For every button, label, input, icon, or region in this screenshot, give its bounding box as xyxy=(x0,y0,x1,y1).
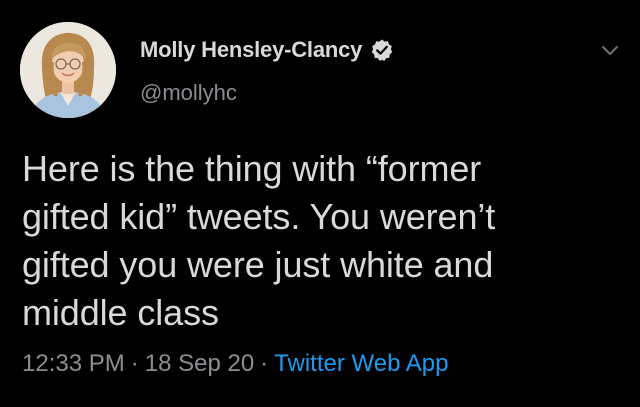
verified-badge-icon xyxy=(370,38,394,62)
tweet-date[interactable]: 18 Sep 20 xyxy=(145,350,254,377)
avatar[interactable] xyxy=(20,22,116,118)
author-handle[interactable]: @mollyhc xyxy=(140,80,237,106)
tweet-text-line: gifted kid” tweets. You weren’t xyxy=(22,196,496,237)
tweet-text-line: middle class xyxy=(22,292,219,333)
tweet-time[interactable]: 12:33 PM xyxy=(22,350,125,377)
tweet-metadata: 12:33 PM · 18 Sep 20 · Twitter Web App xyxy=(22,350,448,378)
tweet-card: Molly Hensley-Clancy @mollyhc Here is th… xyxy=(0,0,640,407)
tweet-text-line: gifted you were just white and xyxy=(22,244,494,285)
tweet-source-link[interactable]: Twitter Web App xyxy=(274,350,448,377)
tweet-text: Here is the thing with “former gifted ki… xyxy=(22,145,622,337)
separator: · xyxy=(260,350,269,377)
display-name[interactable]: Molly Hensley-Clancy xyxy=(140,37,362,63)
author-name-row: Molly Hensley-Clancy xyxy=(140,36,394,64)
tweet-text-line: Here is the thing with “former xyxy=(22,148,482,189)
avatar-photo-icon xyxy=(20,22,116,118)
separator: · xyxy=(130,350,139,377)
chevron-down-icon xyxy=(602,46,618,55)
tweet-menu-button[interactable] xyxy=(598,38,622,62)
